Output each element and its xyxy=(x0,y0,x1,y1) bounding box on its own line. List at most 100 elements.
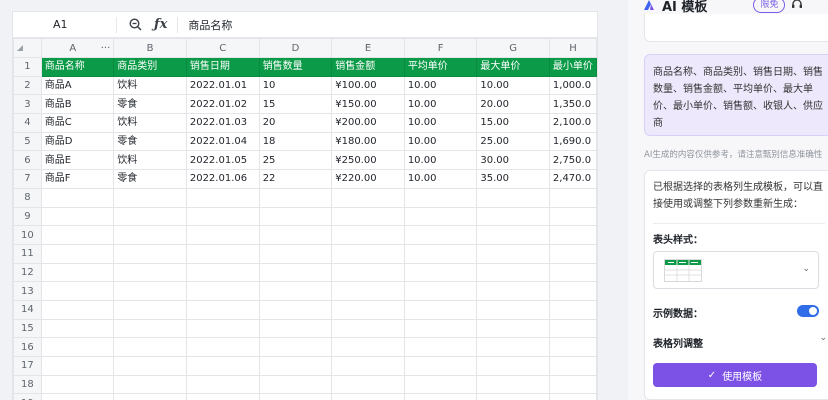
table-cell[interactable]: 2,470.0 xyxy=(548,169,597,189)
table-cell[interactable] xyxy=(258,243,333,264)
table-cell[interactable] xyxy=(476,318,550,339)
table-cell[interactable] xyxy=(258,206,333,227)
table-cell[interactable]: 10.00 xyxy=(403,94,478,115)
use-template-button[interactable]: ✓ 使用模板 xyxy=(653,363,817,387)
table-cell[interactable]: 2,750.0 xyxy=(548,150,597,171)
table-cell[interactable] xyxy=(403,393,478,400)
table-cell[interactable]: ¥200.00 xyxy=(331,113,405,133)
table-cell[interactable]: 最大单价 xyxy=(476,57,550,77)
table-cell[interactable] xyxy=(185,337,260,357)
table-cell[interactable]: 2022.01.05 xyxy=(185,150,260,171)
table-cell[interactable] xyxy=(331,393,405,400)
table-cell[interactable] xyxy=(113,299,187,320)
row-header[interactable]: 4 xyxy=(13,113,42,133)
column-header-f[interactable]: F xyxy=(403,38,478,58)
table-cell[interactable] xyxy=(403,206,478,227)
column-header-d[interactable]: D xyxy=(258,38,333,58)
zoom-icon[interactable] xyxy=(129,17,142,33)
row-header[interactable]: 13 xyxy=(13,281,42,301)
table-cell[interactable]: 22 xyxy=(258,169,333,189)
table-cell[interactable]: 商品A xyxy=(40,75,115,96)
table-cell[interactable] xyxy=(40,356,115,376)
row-header[interactable]: 8 xyxy=(13,187,42,208)
table-cell[interactable]: ¥150.00 xyxy=(331,94,405,115)
table-cell[interactable]: 销售数量 xyxy=(258,57,333,77)
table-cell[interactable]: 25 xyxy=(258,150,333,171)
table-cell[interactable] xyxy=(476,243,550,264)
table-cell[interactable] xyxy=(185,187,260,208)
table-cell[interactable] xyxy=(113,337,187,357)
table-cell[interactable]: 10 xyxy=(258,75,333,96)
table-cell[interactable]: 商品E xyxy=(40,150,115,171)
table-cell[interactable]: 18 xyxy=(258,131,333,152)
table-cell[interactable]: 10.00 xyxy=(403,75,478,96)
table-cell[interactable]: 商品D xyxy=(40,131,115,152)
table-cell[interactable] xyxy=(185,356,260,376)
table-cell[interactable]: 1,690.0 xyxy=(548,131,597,152)
table-cell[interactable] xyxy=(113,318,187,339)
table-cell[interactable] xyxy=(185,281,260,301)
table-cell[interactable] xyxy=(113,187,187,208)
table-cell[interactable]: 20 xyxy=(258,113,333,133)
table-cell[interactable]: 零食 xyxy=(113,94,187,115)
headset-icon[interactable] xyxy=(791,0,803,13)
table-cell[interactable] xyxy=(331,206,405,227)
table-cell[interactable] xyxy=(403,337,478,357)
table-cell[interactable]: 销售日期 xyxy=(185,57,260,77)
header-style-select[interactable]: ⌄ xyxy=(653,251,819,289)
table-cell[interactable]: 35.00 xyxy=(476,169,550,189)
table-cell[interactable] xyxy=(331,262,405,283)
table-cell[interactable]: 最小单价 xyxy=(548,57,597,77)
table-cell[interactable]: 1,000.0 xyxy=(548,75,597,96)
table-cell[interactable] xyxy=(185,262,260,283)
column-header-h[interactable]: H xyxy=(548,38,597,58)
table-cell[interactable] xyxy=(331,187,405,208)
table-cell[interactable]: 2,100.0 xyxy=(548,113,597,133)
table-cell[interactable] xyxy=(258,225,333,245)
table-cell[interactable] xyxy=(331,356,405,376)
table-cell[interactable] xyxy=(258,262,333,283)
row-header[interactable]: 1 xyxy=(13,57,42,77)
table-cell[interactable] xyxy=(258,393,333,400)
row-header[interactable]: 7 xyxy=(13,169,42,189)
table-cell[interactable] xyxy=(403,299,478,320)
column-header-c[interactable]: C xyxy=(185,38,260,58)
table-cell[interactable]: 30.00 xyxy=(476,150,550,171)
table-cell[interactable] xyxy=(403,374,478,395)
table-cell[interactable] xyxy=(548,225,597,245)
row-header[interactable]: 5 xyxy=(13,131,42,152)
table-cell[interactable] xyxy=(476,374,550,395)
table-cell[interactable] xyxy=(403,262,478,283)
table-cell[interactable] xyxy=(403,318,478,339)
table-cell[interactable] xyxy=(548,281,597,301)
row-header[interactable]: 17 xyxy=(13,356,42,376)
table-cell[interactable] xyxy=(40,206,115,227)
input-box[interactable] xyxy=(644,14,828,42)
table-cell[interactable]: 20.00 xyxy=(476,94,550,115)
table-cell[interactable]: 10.00 xyxy=(403,150,478,171)
table-cell[interactable] xyxy=(258,187,333,208)
table-cell[interactable] xyxy=(185,206,260,227)
table-cell[interactable] xyxy=(40,318,115,339)
table-cell[interactable]: 10.00 xyxy=(403,169,478,189)
table-cell[interactable] xyxy=(185,225,260,245)
more-icon[interactable]: ··· xyxy=(101,40,111,57)
table-cell[interactable]: 1,350.0 xyxy=(548,94,597,115)
table-cell[interactable]: 饮料 xyxy=(113,113,187,133)
table-cell[interactable]: 商品名称 xyxy=(40,57,115,77)
formula-content[interactable]: 商品名称 xyxy=(188,17,232,33)
table-cell[interactable]: 2022.01.06 xyxy=(185,169,260,189)
table-cell[interactable] xyxy=(258,281,333,301)
column-header-a[interactable]: A ··· xyxy=(40,38,115,58)
table-cell[interactable] xyxy=(548,393,597,400)
table-cell[interactable] xyxy=(331,318,405,339)
table-cell[interactable]: 25.00 xyxy=(476,131,550,152)
table-cell[interactable]: 商品C xyxy=(40,113,115,133)
table-cell[interactable] xyxy=(258,337,333,357)
table-cell[interactable] xyxy=(548,374,597,395)
table-cell[interactable] xyxy=(40,374,115,395)
row-header[interactable]: 3 xyxy=(13,94,42,115)
table-cell[interactable] xyxy=(113,356,187,376)
table-cell[interactable]: 销售金额 xyxy=(331,57,405,77)
table-cell[interactable]: 商品F xyxy=(40,169,115,189)
